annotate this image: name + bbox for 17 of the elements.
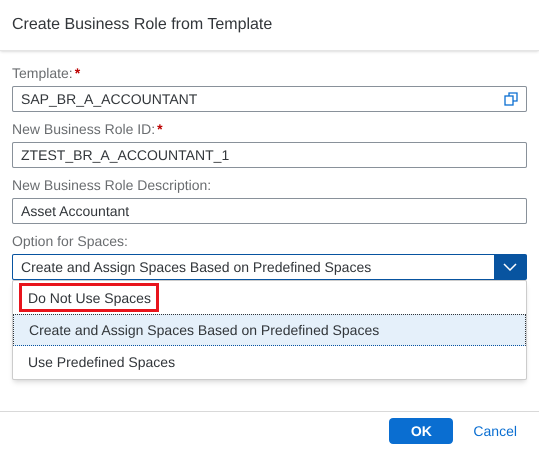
field-label: New Business Role ID: bbox=[12, 120, 156, 138]
select-field[interactable]: Create and Assign Spaces Based on Predefined Spaces bbox=[12, 254, 527, 280]
copy-icon[interactable] bbox=[504, 92, 518, 106]
cancel-button[interactable]: Cancel bbox=[473, 420, 517, 442]
field-label: Option for Spaces: bbox=[12, 232, 129, 251]
dropdown-option[interactable]: Create and Assign Spaces Based on Predefined Spaces bbox=[13, 314, 526, 346]
field-label: New Business Role Description: bbox=[12, 176, 212, 195]
field-label: Template: bbox=[12, 64, 73, 83]
dropdown-option[interactable]: Use Predefined Spaces bbox=[13, 346, 526, 378]
dropdown-option[interactable]: Do Not Use Spaces bbox=[13, 282, 526, 314]
input-field[interactable]: ZTEST_BR_A_ACCOUNTANT_1 bbox=[12, 142, 527, 168]
ok-button[interactable]: OK bbox=[389, 418, 454, 444]
input-field[interactable]: SAP_BR_A_ACCOUNTANT bbox=[12, 86, 527, 112]
required-mark: * bbox=[74, 64, 80, 82]
input-field[interactable]: Asset Accountant bbox=[12, 198, 527, 224]
required-mark: * bbox=[157, 120, 163, 138]
dialog-title: Create Business Role from Template bbox=[12, 15, 272, 35]
